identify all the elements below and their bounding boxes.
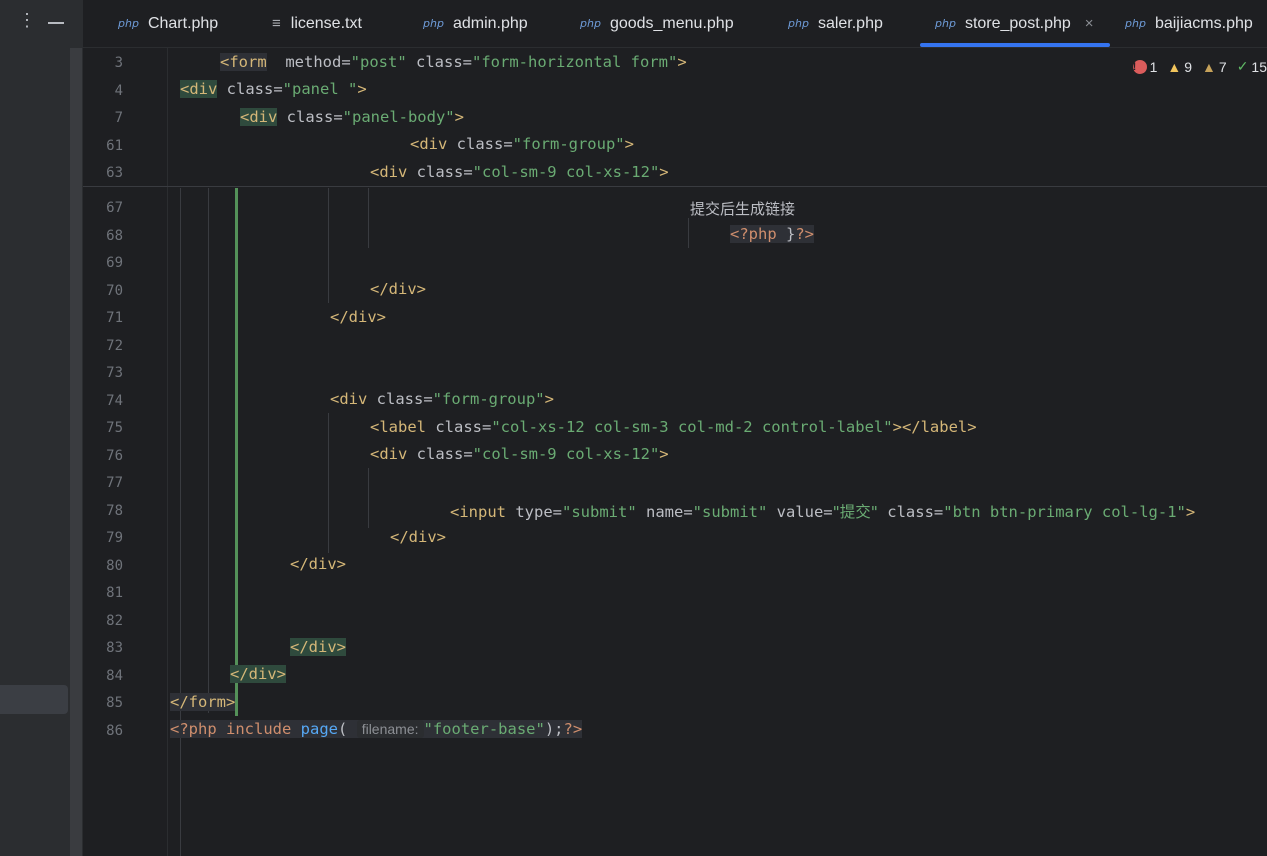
line-number: 67: [106, 200, 123, 216]
tab-label: baijiacms.php: [1154, 14, 1253, 32]
text-file-icon: ≡: [272, 15, 281, 32]
code-line-7: <div class="panel-body">: [240, 108, 464, 126]
code-line-79: </div>: [390, 528, 446, 546]
weak-warning-icon: ▲: [1202, 58, 1216, 75]
tab-saler-php[interactable]: php saler.php: [788, 0, 883, 47]
line-number: 3: [114, 55, 123, 71]
sticky-lines-divider: [83, 186, 1267, 187]
line-number: 75: [106, 420, 123, 436]
line-number: 79: [106, 530, 123, 546]
line-number: 72: [106, 338, 123, 354]
php-file-icon: php: [935, 17, 956, 30]
check-icon: ✓: [1236, 58, 1249, 74]
errors-count[interactable]: ! 1: [1132, 58, 1157, 75]
line-number: 86: [106, 723, 123, 739]
tree-scrollbar[interactable]: [70, 48, 82, 856]
minimize-icon[interactable]: [48, 22, 64, 24]
line-number: 63: [106, 165, 123, 181]
code-line-74: <div class="form-group">: [330, 390, 554, 408]
indent-guide: [368, 468, 369, 528]
parameter-hint: filename:: [356, 720, 424, 738]
line-number: 81: [106, 585, 123, 601]
indent-guide: [328, 413, 329, 553]
tab-label: Chart.php: [147, 14, 219, 32]
line-number: 4: [114, 83, 123, 99]
inspection-widget[interactable]: ! 1 ▲ 9 ▲ 7 ✓ 15: [1132, 58, 1267, 75]
line-number: 61: [106, 138, 123, 154]
line-number: 78: [106, 503, 123, 519]
code-line-4: <div class="panel ">: [180, 80, 367, 98]
code-line-70: </div>: [370, 280, 426, 298]
vcs-change-marker[interactable]: [235, 188, 238, 716]
code-line-75: <label class="col-xs-12 col-sm-3 col-md-…: [370, 418, 977, 436]
tab-label: license.txt: [290, 14, 362, 32]
indent-guide: [180, 188, 181, 856]
line-number: 71: [106, 310, 123, 326]
line-number: 70: [106, 283, 123, 299]
tab-chart-php[interactable]: php Chart.php: [118, 0, 218, 47]
error-icon: !: [1132, 59, 1147, 74]
php-file-icon: php: [580, 17, 601, 30]
code-line-80: </div>: [290, 555, 346, 573]
php-file-icon: php: [118, 17, 139, 30]
editor-tab-bar: php Chart.php ≡ license.txt php admin.ph…: [83, 0, 1267, 48]
tab-label: store_post.php: [964, 14, 1071, 32]
code-line-78: <input type="submit" name="submit" value…: [450, 503, 1196, 521]
code-line-61: <div class="form-group">: [410, 135, 634, 153]
selected-tree-item[interactable]: [0, 685, 68, 714]
tab-store-post-php[interactable]: php store_post.php ×: [920, 0, 1110, 47]
line-number: 84: [106, 668, 123, 684]
indent-guide: [368, 188, 369, 248]
indent-guide: [688, 218, 689, 248]
tab-admin-php[interactable]: php admin.php: [423, 0, 528, 47]
line-number: 69: [106, 255, 123, 271]
line-number: 83: [106, 640, 123, 656]
tab-license-txt[interactable]: ≡ license.txt: [272, 0, 362, 47]
code-line-83: </div>: [290, 638, 346, 656]
code-line-76: <div class="col-sm-9 col-xs-12">: [370, 445, 669, 463]
ok-count[interactable]: ✓ 15: [1237, 58, 1267, 75]
code-line-63: <div class="col-sm-9 col-xs-12">: [370, 163, 669, 181]
line-number: 85: [106, 695, 123, 711]
code-line-67: 提交后生成链接: [690, 200, 796, 218]
line-number: 82: [106, 613, 123, 629]
line-number: 77: [106, 475, 123, 491]
active-tab-indicator: [920, 43, 1110, 47]
code-line-86: <?php include page( filename: "footer-bas…: [170, 720, 583, 738]
php-file-icon: php: [788, 17, 809, 30]
gutter-divider: [167, 48, 168, 856]
php-file-icon: php: [423, 17, 444, 30]
tab-label: goods_menu.php: [609, 14, 734, 32]
code-line-71: </div>: [330, 308, 386, 326]
code-editor[interactable]: ! 1 ▲ 9 ▲ 7 ✓ 15 3 <form method="post" class…: [83, 48, 1267, 856]
warning-icon: ▲: [1167, 58, 1182, 75]
code-line-85: </form>: [170, 693, 236, 711]
line-number: 68: [106, 228, 123, 244]
line-number: 7: [114, 110, 123, 126]
warnings-count[interactable]: ▲ 9: [1167, 58, 1192, 75]
indent-guide: [208, 188, 209, 713]
php-file-icon: php: [1125, 17, 1146, 30]
code-line-3: <form method="post" class="form-horizont…: [220, 53, 687, 71]
tab-baijiacms-php[interactable]: php baijiacms.php: [1125, 0, 1253, 47]
tab-label: saler.php: [817, 14, 883, 32]
indent-guide: [328, 188, 329, 303]
left-tool-strip: ⋮: [0, 0, 83, 856]
line-number: 73: [106, 365, 123, 381]
line-number: 74: [106, 393, 123, 409]
tab-goods-menu-php[interactable]: php goods_menu.php: [580, 0, 734, 47]
code-line-68: <?php }?>: [730, 225, 815, 243]
line-number: 76: [106, 448, 123, 464]
line-number: 80: [106, 558, 123, 574]
tab-label: admin.php: [452, 14, 528, 32]
more-options-icon[interactable]: ⋮: [18, 10, 36, 31]
code-line-84: </div>: [230, 665, 286, 683]
weak-warnings-count[interactable]: ▲ 7: [1202, 58, 1227, 75]
close-tab-icon[interactable]: ×: [1085, 15, 1094, 32]
